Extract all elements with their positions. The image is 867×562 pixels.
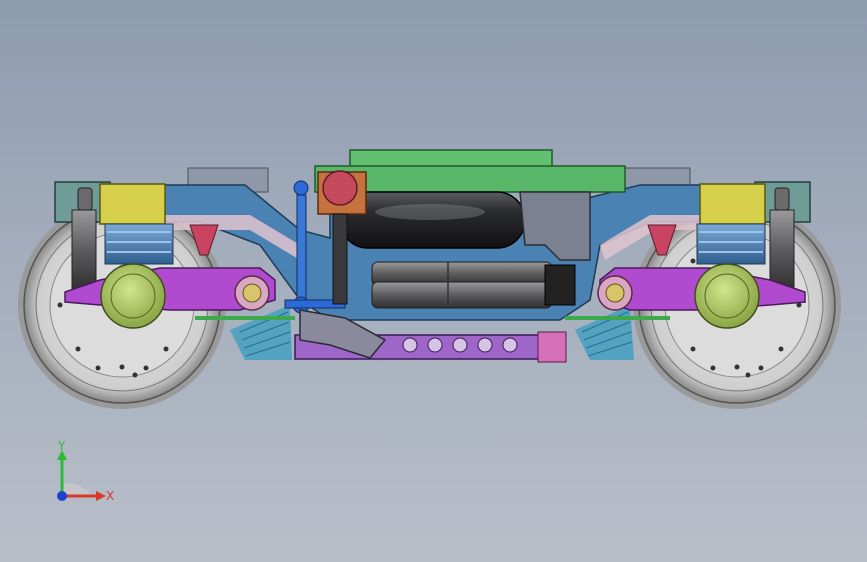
air-reservoir[interactable] [339, 191, 526, 249]
left-pivot[interactable] [234, 275, 270, 311]
left-brake-disc [230, 305, 292, 360]
y-axis-label: Y [57, 439, 66, 453]
right-pivot[interactable] [597, 275, 633, 311]
graphics-viewport[interactable]: Y X [0, 0, 867, 562]
x-arrow-head [96, 491, 106, 501]
right-primary-spring[interactable] [696, 223, 766, 265]
right-spring-cap[interactable] [699, 183, 766, 225]
left-primary-spring[interactable] [104, 223, 174, 265]
right-brake-disc [575, 305, 634, 360]
x-axis-label: X [106, 489, 114, 503]
anti-roll-pivot[interactable] [317, 170, 367, 215]
vertical-rod [332, 213, 348, 305]
brake-cylinders[interactable] [371, 261, 576, 309]
left-spring-cap[interactable] [99, 183, 166, 225]
left-axle-box[interactable] [100, 263, 166, 329]
right-axle-box[interactable] [694, 263, 760, 329]
bogie-model[interactable] [0, 0, 867, 562]
z-axis-dot [57, 491, 67, 501]
orientation-triad: Y X [57, 439, 114, 503]
